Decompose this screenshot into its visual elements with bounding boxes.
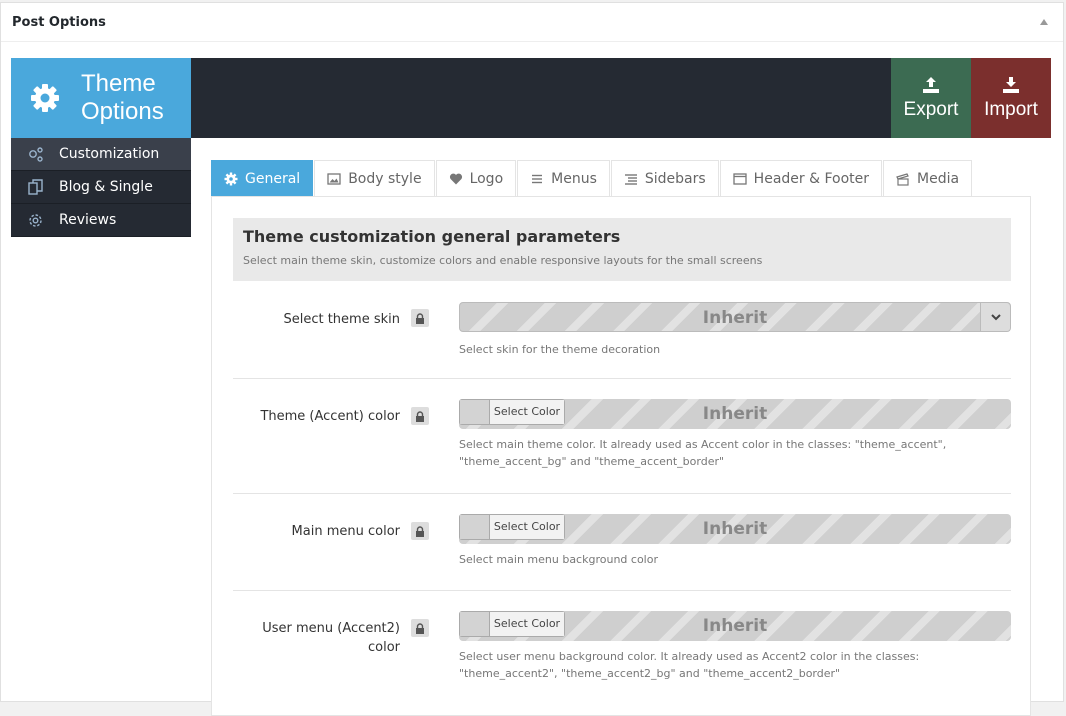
option-main-menu-color: Main menu color Inherit Select Color Sel… bbox=[233, 494, 1011, 591]
theme-skin-select[interactable]: Inherit bbox=[459, 302, 1011, 332]
select-color-label: Select Color bbox=[490, 400, 564, 424]
option-label: Select theme skin bbox=[283, 312, 400, 327]
color-swatch bbox=[460, 400, 490, 424]
brand-block: Theme Options bbox=[11, 58, 191, 138]
option-theme-skin: Select theme skin Inherit Select skin fo… bbox=[233, 281, 1011, 379]
sidebar-item-customization[interactable]: Customization bbox=[11, 138, 191, 171]
postbox-header[interactable]: Post Options bbox=[1, 3, 1063, 42]
brand-title-line1: Theme bbox=[81, 70, 156, 97]
option-user-menu-color: User menu (Accent2) color Inherit Select… bbox=[233, 591, 1011, 711]
tab-label: Media bbox=[917, 170, 960, 187]
tab-label: Body style bbox=[348, 170, 422, 187]
option-description: Select user menu background color. It al… bbox=[459, 648, 1011, 682]
option-accent-color: Theme (Accent) color Inherit Select Colo… bbox=[233, 379, 1011, 494]
sidebar-item-reviews[interactable]: Reviews bbox=[11, 204, 191, 237]
tab-label: Sidebars bbox=[644, 170, 706, 187]
gear-icon bbox=[31, 84, 59, 112]
list-icon bbox=[624, 173, 637, 185]
sidebar-item-label: Customization bbox=[59, 146, 160, 162]
option-label: Theme (Accent) color bbox=[260, 409, 400, 424]
option-description-line1: Select main theme color. It already used… bbox=[459, 438, 947, 451]
tab-general[interactable]: General bbox=[211, 160, 314, 196]
select-color-label: Select Color bbox=[490, 515, 564, 539]
tab-media[interactable]: Media bbox=[883, 160, 973, 196]
import-button[interactable]: Import bbox=[971, 58, 1051, 138]
lock-icon[interactable] bbox=[411, 407, 429, 425]
postbox-title: Post Options bbox=[12, 14, 106, 30]
accent-color-field[interactable]: Inherit Select Color bbox=[459, 399, 1011, 429]
tab-header-footer[interactable]: Header & Footer bbox=[719, 160, 883, 196]
collapse-arrow-icon[interactable] bbox=[1040, 19, 1048, 25]
gear-icon bbox=[224, 172, 238, 185]
dropdown-button[interactable] bbox=[980, 303, 1010, 331]
image-icon bbox=[327, 172, 341, 185]
cog-icon bbox=[11, 212, 59, 229]
option-label-line1: User menu (Accent2) bbox=[262, 621, 400, 636]
main-menu-color-field[interactable]: Inherit Select Color bbox=[459, 514, 1011, 544]
option-label: Main menu color bbox=[291, 524, 400, 539]
tab-panel-general: Theme customization general parameters S… bbox=[211, 196, 1031, 716]
option-description-line2: "theme_accent2", "theme_accent2_bg" and … bbox=[459, 667, 841, 680]
option-label: User menu (Accent2) color bbox=[200, 619, 400, 657]
select-value: Inherit bbox=[702, 308, 768, 328]
user-menu-color-field[interactable]: Inherit Select Color bbox=[459, 611, 1011, 641]
export-button[interactable]: Export bbox=[891, 58, 971, 138]
option-description-line1: Select user menu background color. It al… bbox=[459, 650, 920, 663]
option-description: Select main theme color. It already used… bbox=[459, 436, 1011, 470]
sidebar-nav: Customization Blog & Single Reviews bbox=[11, 138, 191, 237]
window-icon bbox=[733, 172, 747, 185]
section-header: Theme customization general parameters S… bbox=[233, 218, 1011, 281]
select-color-button[interactable]: Select Color bbox=[459, 514, 565, 540]
sidebar-item-label: Blog & Single bbox=[59, 179, 153, 195]
tab-logo[interactable]: Logo bbox=[435, 160, 517, 196]
color-swatch bbox=[460, 515, 490, 539]
gears-icon bbox=[11, 146, 59, 163]
option-description: Select main menu background color bbox=[459, 553, 658, 566]
color-swatch bbox=[460, 612, 490, 636]
export-label: Export bbox=[903, 98, 959, 120]
brand-title: Theme Options bbox=[81, 70, 164, 126]
tab-label: General bbox=[245, 170, 301, 187]
theme-options-header: Theme Options Export Import bbox=[11, 58, 1051, 138]
select-color-label: Select Color bbox=[490, 612, 564, 636]
lock-icon[interactable] bbox=[411, 522, 429, 540]
lock-icon[interactable] bbox=[411, 619, 429, 637]
tab-sidebars[interactable]: Sidebars bbox=[610, 160, 719, 196]
sidebar-item-blog-single[interactable]: Blog & Single bbox=[11, 171, 191, 204]
sidebar-item-label: Reviews bbox=[59, 212, 117, 228]
section-title: Theme customization general parameters bbox=[243, 227, 621, 246]
select-color-button[interactable]: Select Color bbox=[459, 399, 565, 425]
media-icon bbox=[896, 172, 909, 186]
tab-bar: General Body style Logo Menus Sidebars H… bbox=[211, 160, 1031, 196]
heart-icon bbox=[449, 173, 462, 184]
import-label: Import bbox=[984, 98, 1038, 120]
option-description: Select skin for the theme decoration bbox=[459, 343, 661, 356]
tab-body-style[interactable]: Body style bbox=[314, 160, 435, 196]
upload-icon bbox=[923, 76, 939, 93]
tab-label: Header & Footer bbox=[753, 170, 870, 187]
options-content: General Body style Logo Menus Sidebars H… bbox=[211, 160, 1031, 716]
option-label-line2: color bbox=[367, 640, 400, 655]
brand-title-line2: Options bbox=[81, 98, 164, 125]
option-description-line2: "theme_accent_bg" and "theme_accent_bord… bbox=[459, 455, 725, 468]
chevron-down-icon bbox=[990, 313, 1001, 320]
menu-icon bbox=[532, 174, 543, 183]
select-color-button[interactable]: Select Color bbox=[459, 611, 565, 637]
download-icon bbox=[1003, 76, 1019, 93]
tab-label: Logo bbox=[469, 170, 504, 187]
section-description: Select main theme skin, customize colors… bbox=[243, 254, 763, 267]
tab-menus[interactable]: Menus bbox=[517, 160, 610, 196]
lock-icon[interactable] bbox=[411, 309, 429, 327]
tab-label: Menus bbox=[551, 170, 597, 187]
copy-icon bbox=[11, 178, 59, 196]
